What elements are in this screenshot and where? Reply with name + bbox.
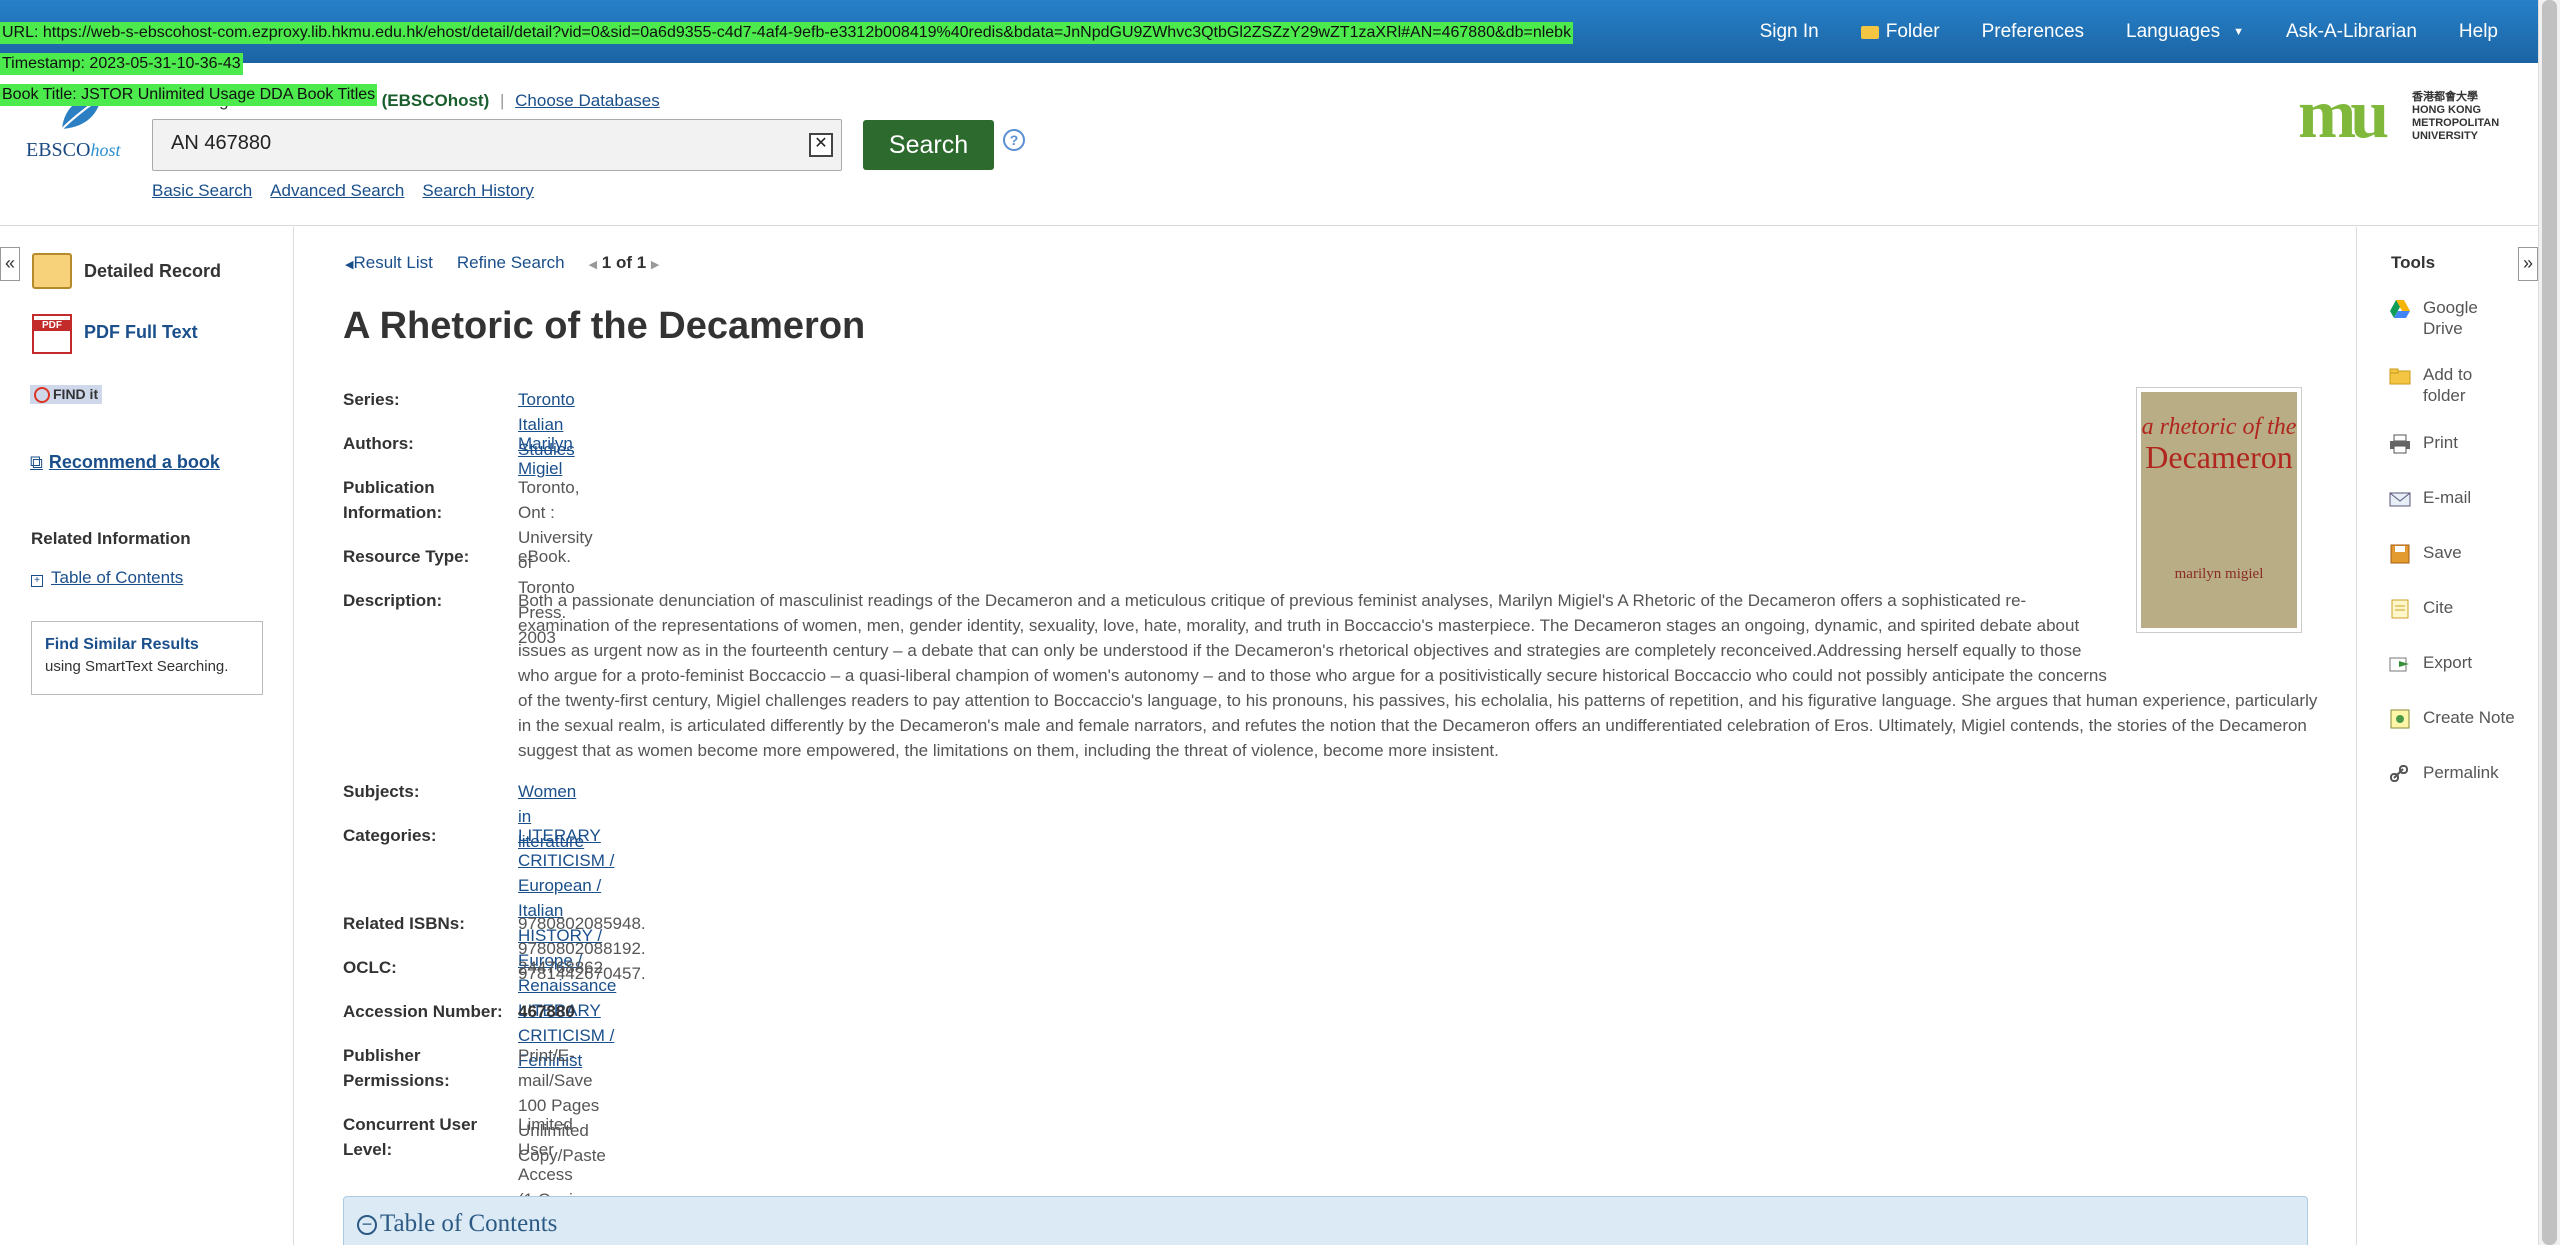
author-link[interactable]: Marilyn Migiel — [518, 431, 573, 481]
result-list-link[interactable]: ◀Result List — [345, 253, 433, 273]
search-help-icon[interactable]: ? — [1003, 129, 1025, 151]
description-text: Both a passionate denunciation of mascul… — [518, 591, 2318, 760]
folder-icon — [2389, 368, 2411, 385]
choose-databases-link[interactable]: Choose Databases — [515, 91, 660, 110]
pdf-full-text-label: PDF Full Text — [84, 322, 198, 342]
book-title-overlay: Book Title: JSTOR Unlimited Usage DDA Bo… — [0, 84, 378, 106]
page-scrollbar[interactable] — [2538, 0, 2560, 1245]
clear-search-button[interactable]: ✕ — [809, 133, 833, 157]
pdf-icon: PDF — [32, 314, 72, 354]
search-box[interactable]: ✕ — [152, 119, 842, 171]
category-link[interactable]: LITERARY CRITICISM / European / Italian — [518, 823, 616, 923]
collapse-icon: − — [357, 1215, 377, 1235]
help-link[interactable]: Help — [2438, 21, 2538, 43]
book-cover-image[interactable]: a rhetoric of the Decameron marilyn migi… — [2136, 387, 2302, 633]
google-drive-icon — [2390, 300, 2410, 318]
expand-icon: + — [31, 575, 43, 587]
ebscohost-wordmark: EBSCOhost — [26, 139, 121, 161]
save-icon — [2390, 544, 2410, 564]
find-similar-link[interactable]: Find Similar Results — [45, 636, 249, 654]
top-nav: Sign In Folder Preferences Languages ▼ As… — [1739, 0, 2538, 63]
note-icon — [2390, 709, 2410, 729]
cite-icon — [2391, 599, 2409, 619]
link-icon — [2390, 765, 2408, 782]
refine-search-link[interactable]: Refine Search — [457, 253, 565, 273]
table-of-contents-link[interactable]: + Table of Contents — [31, 568, 183, 588]
record-title: A Rhetoric of the Decameron — [343, 305, 866, 347]
find-it-button[interactable]: FIND it — [30, 385, 103, 405]
url-overlay: URL: https://web-s-ebscohost-com.ezproxy… — [0, 22, 1574, 44]
search-button[interactable]: Search — [863, 120, 994, 170]
print-icon — [2390, 434, 2410, 454]
find-similar-sub: using SmartText Searching. — [45, 658, 229, 675]
languages-label: Languages — [2126, 20, 2221, 42]
left-sidebar: « Detailed Record PDF PDF Full Text FIND… — [0, 227, 294, 1245]
table-of-contents-heading: Table of Contents — [380, 1210, 558, 1237]
caret-down-icon: ▼ — [2233, 25, 2244, 38]
scrollbar-thumb[interactable] — [2542, 0, 2557, 1245]
search-options-links: Basic Search Advanced Search Search Hist… — [152, 181, 534, 201]
preferences-link[interactable]: Preferences — [1961, 21, 2105, 43]
search-header: EBSCOhost Searching: eBook Collection (E… — [0, 63, 2538, 226]
prev-arrow-icon[interactable]: ◀ — [589, 259, 597, 271]
institution-logo-mark: mu — [2298, 76, 2389, 153]
folder-label: Folder — [1885, 20, 1940, 42]
tools-panel: Tools Google Drive Add to folder Print E… — [2356, 227, 2538, 1245]
result-pager: ◀Result List Refine Search ◀ 1 of 1 ▶ — [345, 253, 659, 273]
separator: | — [499, 91, 505, 110]
search-input[interactable] — [171, 132, 771, 155]
timestamp-overlay: Timestamp: 2023-05-31-10-36-43 — [0, 53, 243, 75]
languages-menu[interactable]: Languages ▼ — [2105, 21, 2265, 43]
detailed-record-icon — [32, 253, 72, 289]
sign-in-link[interactable]: Sign In — [1739, 21, 1840, 43]
recommend-book-link[interactable]: ⧉ Recommend a book — [30, 452, 220, 473]
search-history-link[interactable]: Search History — [422, 181, 533, 201]
detailed-record-label: Detailed Record — [84, 261, 222, 281]
find-it-icon — [34, 387, 50, 404]
institution-name: 香港都會大學 HONG KONG METROPOLITAN UNIVERSITY — [2412, 91, 2500, 142]
email-icon — [2389, 492, 2411, 507]
book-cover-art: a rhetoric of the Decameron marilyn migi… — [2141, 392, 2297, 628]
export-icon — [2389, 657, 2409, 672]
institution-logo: mu 香港都會大學 HONG KONG METROPOLITAN UNIVERS… — [2298, 76, 2508, 153]
collapse-right-button[interactable]: » — [2518, 247, 2538, 281]
table-of-contents-section[interactable]: − Table of Contents — [343, 1196, 2308, 1245]
related-information-heading: Related Information — [31, 529, 191, 548]
collapse-left-button[interactable]: « — [0, 247, 20, 281]
folder-link[interactable]: Folder — [1840, 21, 1961, 43]
page-indicator: ◀ 1 of 1 ▶ — [588, 253, 660, 272]
advanced-search-link[interactable]: Advanced Search — [270, 181, 404, 201]
next-arrow-icon[interactable]: ▶ — [651, 259, 659, 271]
basic-search-link[interactable]: Basic Search — [152, 181, 252, 201]
tools-heading: Tools — [2391, 253, 2436, 272]
find-similar-box[interactable]: Find Similar Results using SmartText Sea… — [31, 621, 263, 695]
ask-a-librarian-link[interactable]: Ask-A-Librarian — [2265, 21, 2438, 43]
folder-icon — [1860, 26, 1879, 39]
recommend-icon: ⧉ — [30, 452, 43, 472]
